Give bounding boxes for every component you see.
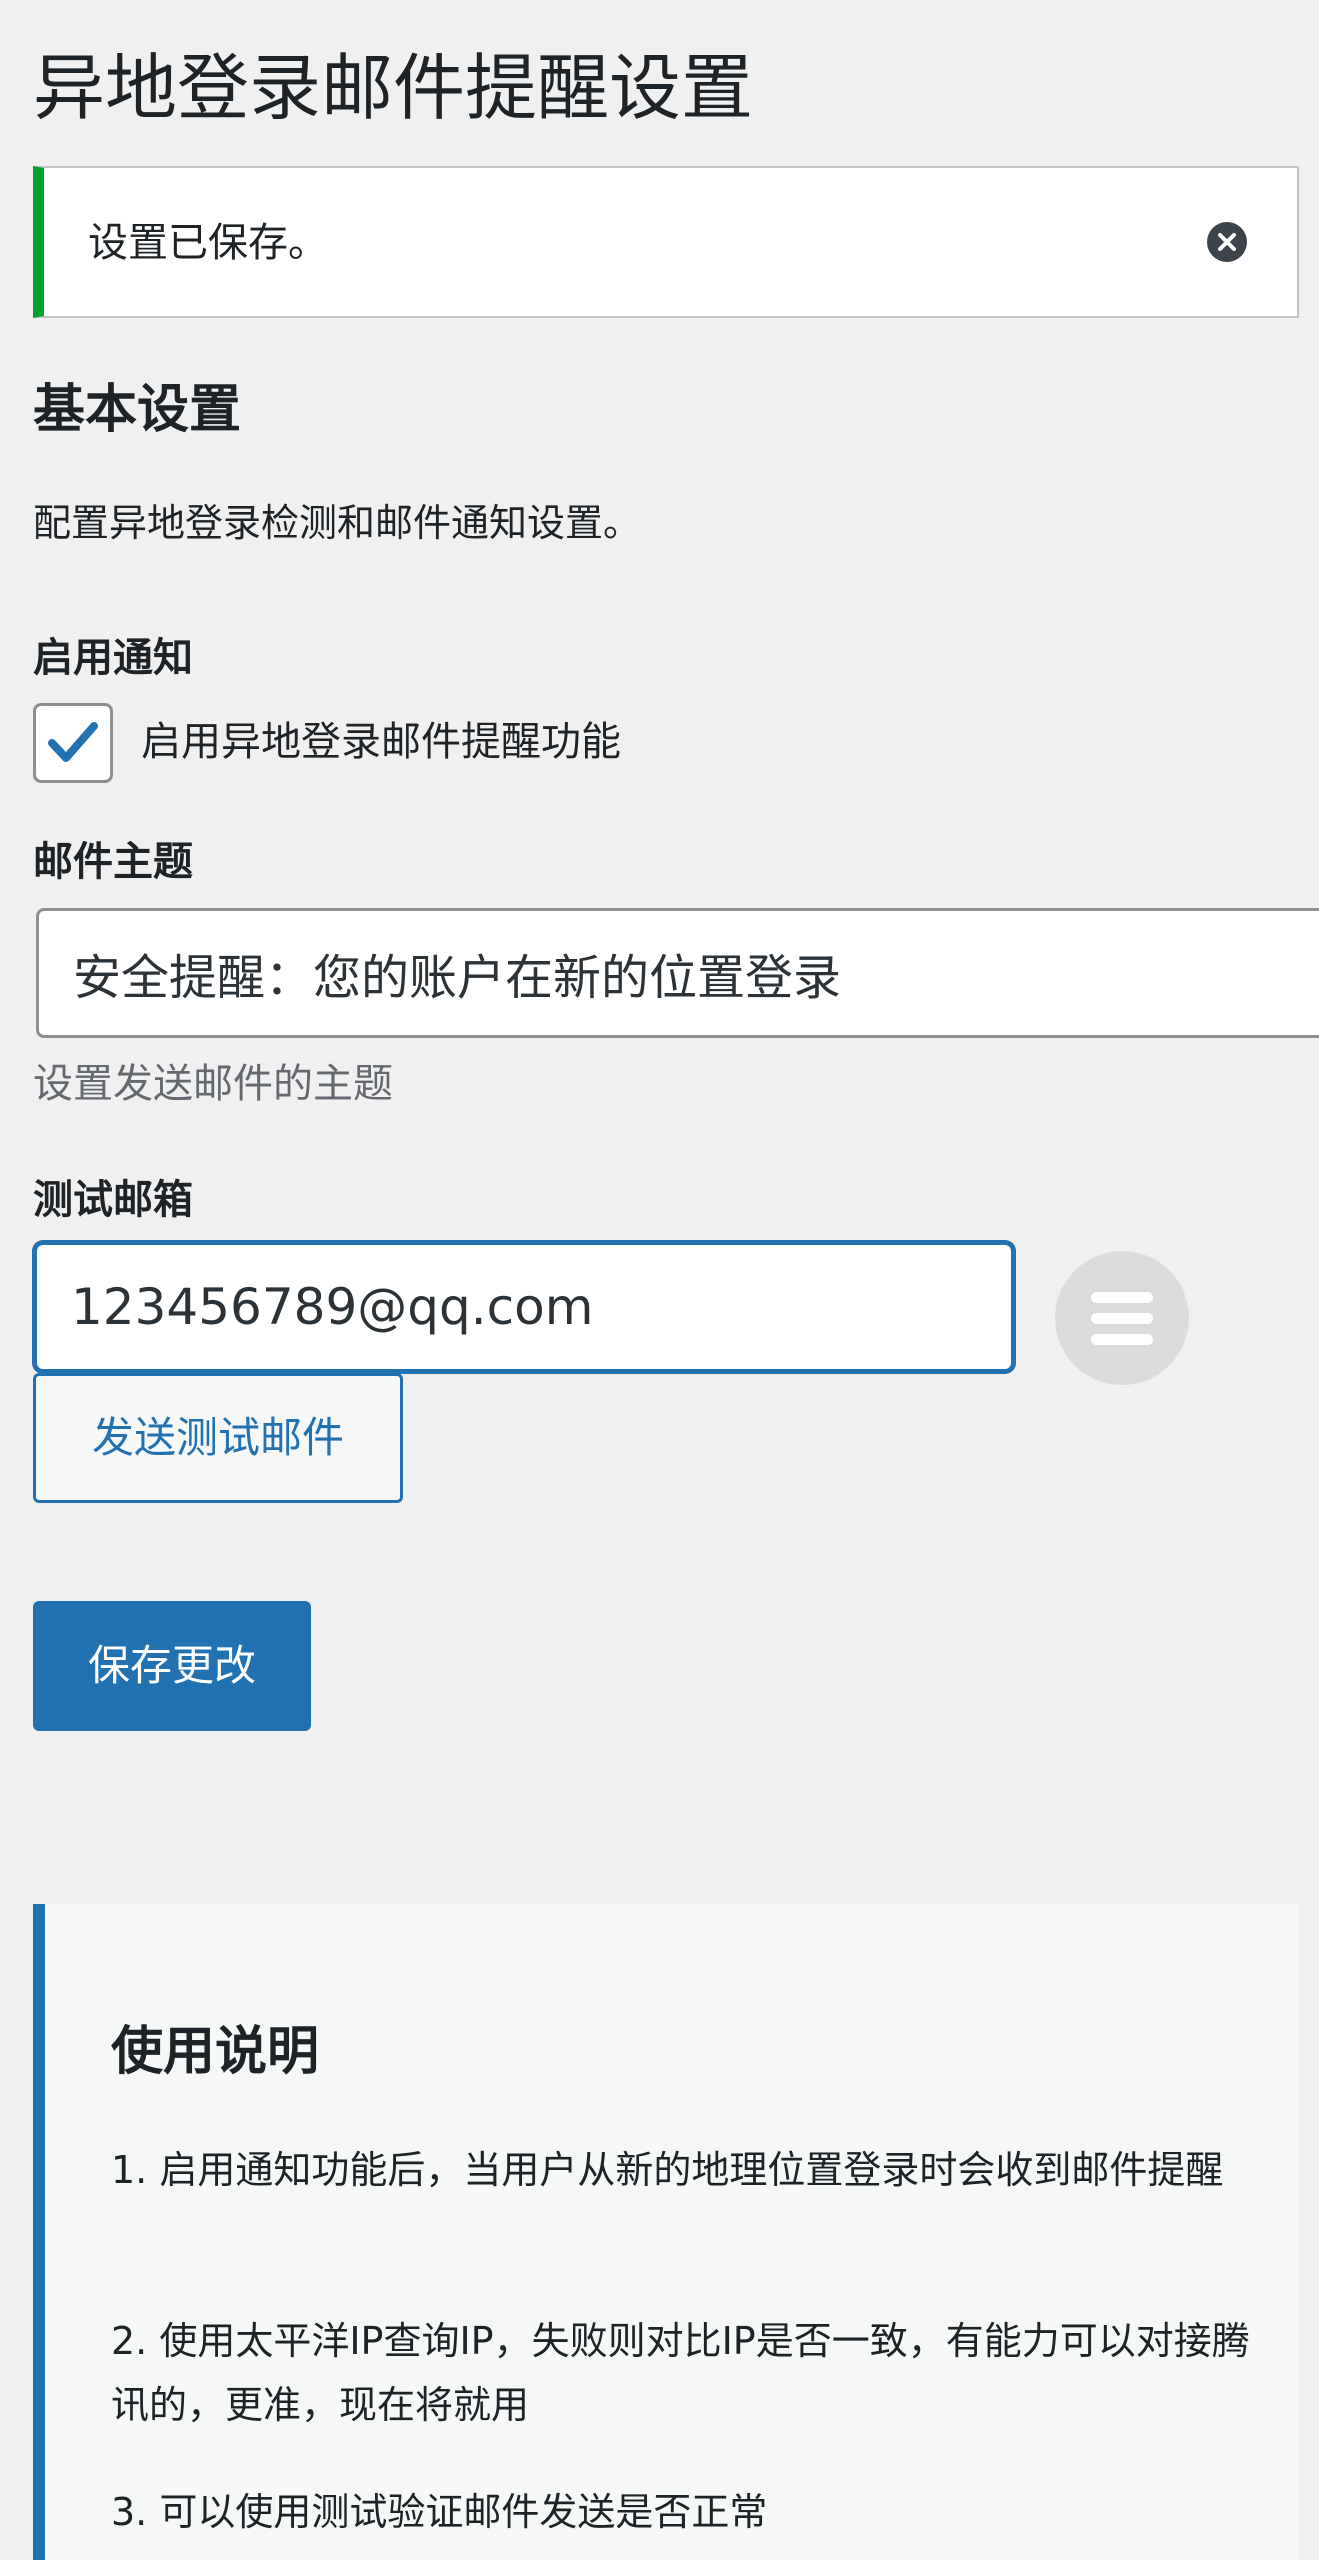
test-email-input[interactable]: 123456789@qq.com (33, 1241, 1015, 1373)
usage-item: 2. 使用太平洋IP查询IP，失败则对比IP是否一致，有能力可以对接腾讯的，更准… (111, 2319, 1250, 2427)
mail-subject-help: 设置发送邮件的主题 (33, 1061, 393, 1107)
usage-item: 1. 启用通知功能后，当用户从新的地理位置登录时会收到邮件提醒 (111, 2148, 1224, 2192)
menu-icon[interactable] (1055, 1251, 1189, 1385)
checkmark-icon (48, 722, 98, 762)
save-changes-button[interactable]: 保存更改 (33, 1601, 311, 1731)
close-circle-icon[interactable] (1207, 222, 1247, 262)
page-title: 异地登录邮件提醒设置 (33, 46, 754, 130)
enable-notify-checkbox[interactable] (33, 703, 113, 783)
mail-subject-label: 邮件主题 (33, 839, 193, 885)
enable-notify-checkbox-label[interactable]: 启用异地登录邮件提醒功能 (141, 716, 621, 768)
enable-notify-label: 启用通知 (33, 635, 193, 681)
usage-item: 3. 可以使用测试验证邮件发送是否正常 (111, 2490, 768, 2534)
section-title-basic: 基本设置 (33, 380, 242, 440)
success-notice: 设置已保存。 (33, 166, 1299, 318)
send-test-email-button[interactable]: 发送测试邮件 (33, 1373, 403, 1503)
section-description: 配置异地登录检测和邮件通知设置。 (33, 501, 642, 545)
test-email-label: 测试邮箱 (33, 1177, 193, 1223)
usage-info-box: 使用说明 1. 启用通知功能后，当用户从新的地理位置登录时会收到邮件提醒 2. … (33, 1904, 1299, 2560)
notice-text: 设置已保存。 (88, 220, 328, 266)
usage-title: 使用说明 (111, 2022, 320, 2082)
mail-subject-input[interactable]: 安全提醒：您的账户在新的位置登录 (36, 908, 1319, 1038)
